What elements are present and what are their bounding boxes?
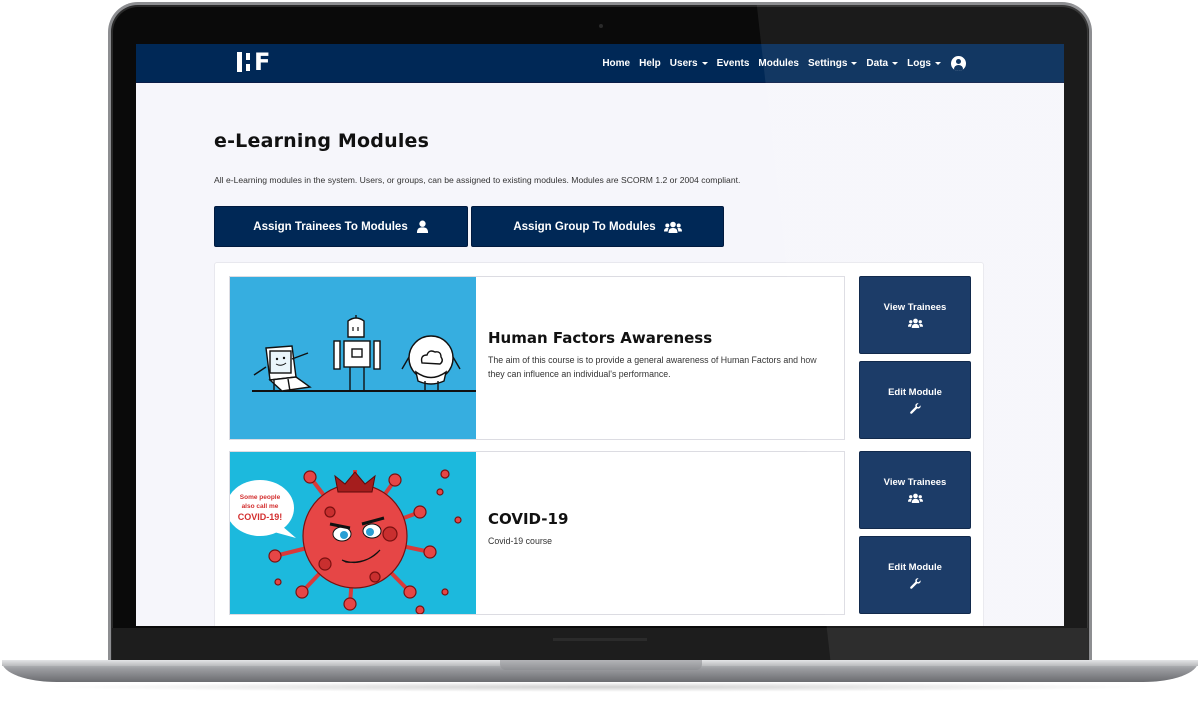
nav-users-label: Users	[669, 57, 698, 69]
camera-icon	[599, 24, 603, 28]
laptop-hinge	[500, 660, 702, 670]
module-title[interactable]: Human Factors Awareness	[488, 329, 834, 347]
caret-down-icon	[701, 61, 708, 65]
navbar: F Home Help Users Events Modules Setting…	[136, 44, 1064, 83]
laptop-notch	[553, 638, 647, 641]
nav-events-label: Events	[716, 57, 750, 69]
logo-mark-f: F	[254, 48, 271, 76]
nav-settings-label: Settings	[807, 57, 848, 69]
nav-users[interactable]: Users	[670, 58, 708, 69]
nav-modules[interactable]: Modules	[758, 58, 799, 69]
nav-data-label: Data	[866, 57, 889, 69]
laptop-chin	[112, 628, 1088, 664]
nav-settings[interactable]: Settings	[807, 57, 858, 69]
view-trainees-label: View Trainees	[883, 477, 947, 488]
users-icon	[907, 493, 923, 503]
nav-logs[interactable]: Logs	[907, 58, 941, 69]
module-card: Some people also call me COVID-19! COVID…	[229, 451, 845, 615]
wrench-icon	[909, 577, 921, 589]
laptop-shadow	[40, 682, 1160, 692]
logo[interactable]: F	[237, 48, 271, 76]
edit-module-label: Edit Module	[888, 386, 942, 398]
user-icon	[416, 220, 428, 233]
module-description: Covid-19 course	[488, 536, 553, 546]
nav-menu: Home Help Users Events Modules Settings …	[602, 44, 966, 82]
wrench-icon	[909, 402, 921, 414]
nav-logs-label: Logs	[907, 57, 931, 69]
bubble-line-3: COVID-19!	[238, 512, 283, 522]
module-thumbnail[interactable]	[230, 277, 476, 439]
edit-module-button[interactable]: Edit Module	[859, 361, 971, 439]
module-title[interactable]: COVID-19	[488, 510, 834, 528]
human-factors-illustration	[252, 315, 476, 392]
module-card: Human Factors Awareness The aim of this …	[229, 276, 845, 440]
assign-trainees-button[interactable]: Assign Trainees To Modules	[214, 206, 468, 247]
users-icon	[907, 318, 923, 328]
caret-down-icon	[935, 61, 941, 65]
users-icon	[663, 221, 682, 233]
page-description: All e-Learning modules in the system. Us…	[214, 175, 741, 185]
module-description: The aim of this course is to provide a g…	[488, 355, 817, 379]
caret-down-icon	[851, 61, 858, 65]
covid-virus-illustration: Some people also call me COVID-19!	[230, 469, 462, 614]
nav-home[interactable]: Home	[602, 58, 630, 69]
assign-group-button[interactable]: Assign Group To Modules	[471, 206, 724, 247]
assign-group-label: Assign Group To Modules	[513, 220, 656, 233]
edit-module-button[interactable]: Edit Module	[859, 536, 971, 614]
nav-home-label: Home	[602, 57, 631, 69]
laptop-mockup: F Home Help Users Events Modules Setting…	[0, 0, 1200, 703]
bubble-line-2: also call me	[242, 503, 279, 510]
edit-module-label: Edit Module	[888, 561, 942, 573]
logo-mark-h	[237, 52, 242, 72]
page-title: e-Learning Modules	[214, 130, 430, 152]
view-trainees-label: View Trainees	[883, 302, 947, 313]
nav-help[interactable]: Help	[639, 58, 661, 69]
view-trainees-button[interactable]: View Trainees	[859, 276, 971, 354]
modules-panel: Human Factors Awareness The aim of this …	[214, 262, 984, 626]
view-trainees-button[interactable]: View Trainees	[859, 451, 971, 529]
logo-mark-dots	[246, 53, 250, 71]
module-thumbnail[interactable]: Some people also call me COVID-19!	[230, 452, 476, 614]
user-circle-icon[interactable]	[951, 55, 966, 71]
nav-events[interactable]: Events	[717, 58, 750, 69]
bubble-line-1: Some people	[240, 494, 281, 501]
module-card-body: COVID-19 Covid-19 course	[488, 510, 834, 548]
assign-trainees-label: Assign Trainees To Modules	[253, 220, 408, 233]
nav-data[interactable]: Data	[866, 57, 899, 69]
nav-modules-label: Modules	[758, 57, 799, 69]
module-card-body: Human Factors Awareness The aim of this …	[488, 329, 834, 381]
screen: F Home Help Users Events Modules Setting…	[136, 44, 1064, 626]
caret-down-icon	[892, 61, 899, 65]
nav-help-label: Help	[639, 57, 661, 69]
